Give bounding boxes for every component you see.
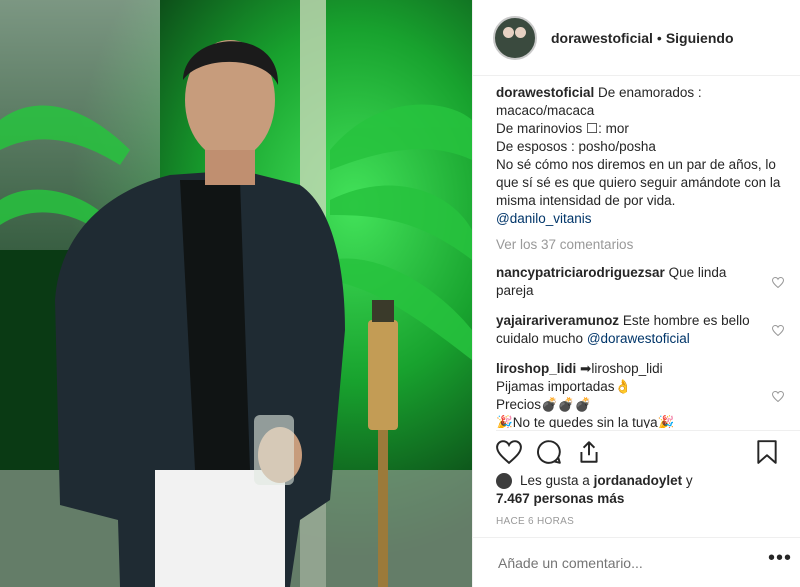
add-comment-input[interactable] (496, 553, 760, 572)
comment-mention[interactable]: @dorawestoficial (587, 331, 690, 346)
comment-username[interactable]: nancypatriciarodriguezsar (496, 265, 665, 280)
likes-prefix: Les gusta a (520, 473, 594, 488)
view-all-comments-link[interactable]: Ver los 37 comentarios (496, 236, 786, 254)
add-comment-bar: ••• (472, 537, 800, 587)
likes-summary: Les gusta a jordanadoylet y 7.467 person… (496, 472, 756, 508)
liker-username[interactable]: jordanadoylet (594, 473, 683, 488)
avatar[interactable] (493, 15, 537, 60)
heart-icon[interactable] (496, 439, 522, 465)
likes-count[interactable]: 7.467 personas más (496, 491, 624, 506)
header-username[interactable]: dorawestoficial (551, 30, 653, 46)
comment-like-icon[interactable] (772, 391, 784, 402)
post-photo-illustration (0, 0, 472, 587)
instagram-post-window: dorawestoficial • Siguiendo dorawestofic… (0, 0, 800, 587)
post-timestamp[interactable]: HACE 6 HORAS (496, 516, 574, 527)
caption-mention[interactable]: @danilo_vitanis (496, 211, 592, 226)
comment-like-icon[interactable] (772, 325, 784, 336)
following-button[interactable]: Siguiendo (666, 30, 734, 46)
post-header: dorawestoficial • Siguiendo (473, 0, 800, 76)
comment-item: nancypatriciarodriguezsar Que linda pare… (496, 264, 786, 300)
comment-item: liroshop_lidi ➡liroshop_lidi Pijamas imp… (496, 360, 786, 428)
post-photo[interactable] (0, 0, 472, 587)
comment-username[interactable]: yajairariveramunoz (496, 313, 619, 328)
likes-middle: y (682, 473, 693, 488)
caption-text: De enamorados : macaco/macaca De marinov… (496, 85, 781, 208)
separator-dot: • (656, 29, 662, 46)
bookmark-icon[interactable] (754, 439, 780, 465)
action-bar (496, 430, 800, 475)
comments-list[interactable]: dorawestoficial De enamorados : macaco/m… (496, 84, 786, 428)
comment-icon[interactable] (536, 439, 562, 465)
comment-item: yajairariveramunoz Este hombre es bello … (496, 312, 786, 348)
caption-username[interactable]: dorawestoficial (496, 85, 594, 100)
share-icon[interactable] (576, 439, 602, 465)
liker-avatar[interactable] (496, 473, 512, 490)
more-options-icon[interactable]: ••• (760, 547, 800, 578)
comment-username[interactable]: liroshop_lidi (496, 361, 576, 376)
post-caption: dorawestoficial De enamorados : macaco/m… (496, 84, 786, 228)
comment-like-icon[interactable] (772, 277, 784, 288)
